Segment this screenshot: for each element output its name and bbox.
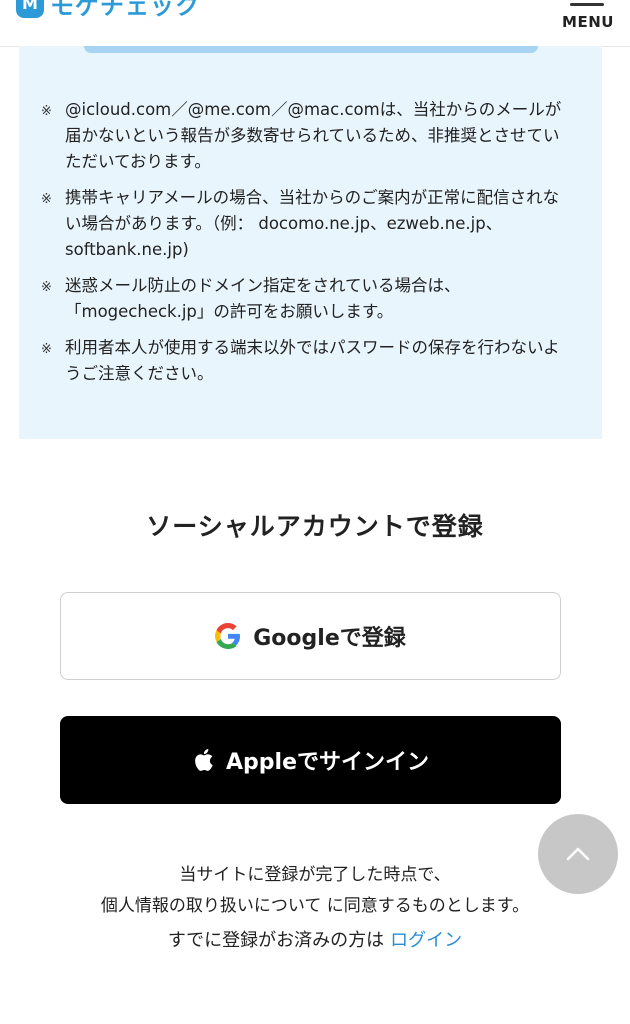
notice-item: ※ 迷惑メール防止のドメイン指定をされている場合は、「mogecheck.jp」… xyxy=(41,273,571,325)
login-prefix: すでに登録がお済みの方は xyxy=(167,930,385,951)
consent-line-2: 個人情報の取り扱いについて に同意するものとします。 xyxy=(100,896,530,916)
notice-text: 携帯キャリアメールの場合、当社からのご案内が正常に配信されない場合があります。（… xyxy=(65,188,560,259)
logo-mark-icon: M xyxy=(16,0,44,18)
logo[interactable]: M モゲチェック xyxy=(16,0,200,21)
apple-signin-button[interactable]: Appleでサインイン xyxy=(60,716,561,804)
social-section-title: ソーシャルアカウントで登録 xyxy=(146,512,484,541)
note-mark-icon: ※ xyxy=(41,104,52,119)
note-mark-icon: ※ xyxy=(41,280,52,295)
login-prompt: すでに登録がお済みの方は ログイン xyxy=(0,926,630,952)
notice-text: @icloud.com／@me.com／@mac.comは、当社からのメールが届… xyxy=(65,100,562,171)
logo-text: モゲチェック xyxy=(50,0,200,20)
google-button-label: Googleで登録 xyxy=(253,626,406,651)
menu-button[interactable]: MENU xyxy=(560,0,616,40)
consent-line-1: 当サイトに登録が完了した時点で、 xyxy=(179,865,451,885)
apple-button-label: Appleでサインイン xyxy=(226,750,429,775)
notice-list: ※ @icloud.com／@me.com／@mac.comは、当社からのメール… xyxy=(41,97,571,397)
note-mark-icon: ※ xyxy=(41,192,52,207)
notice-text: 迷惑メール防止のドメイン指定をされている場合は、「mogecheck.jp」の許… xyxy=(65,276,461,321)
hamburger-icon xyxy=(570,3,604,6)
notice-text: 利用者本人が使用する端末以外ではパスワードの保存を行わないようご注意ください。 xyxy=(65,338,560,383)
consent-text: 当サイトに登録が完了した時点で、 個人情報の取り扱いについて に同意するものとし… xyxy=(0,860,630,922)
notice-item: ※ 利用者本人が使用する端末以外ではパスワードの保存を行わないようご注意ください… xyxy=(41,335,571,387)
apple-icon xyxy=(195,749,213,771)
notice-box: ※ @icloud.com／@me.com／@mac.comは、当社からのメール… xyxy=(19,46,602,439)
notice-item: ※ @icloud.com／@me.com／@mac.comは、当社からのメール… xyxy=(41,97,571,175)
header: M モゲチェック MENU xyxy=(0,0,630,47)
notice-item: ※ 携帯キャリアメールの場合、当社からのご案内が正常に配信されない場合があります… xyxy=(41,185,571,263)
notice-top-bar xyxy=(84,46,538,53)
google-icon xyxy=(215,623,241,649)
login-link[interactable]: ログイン xyxy=(390,930,462,951)
note-mark-icon: ※ xyxy=(41,342,52,357)
google-register-button[interactable]: Googleで登録 xyxy=(60,592,561,680)
menu-label: MENU xyxy=(562,13,614,31)
